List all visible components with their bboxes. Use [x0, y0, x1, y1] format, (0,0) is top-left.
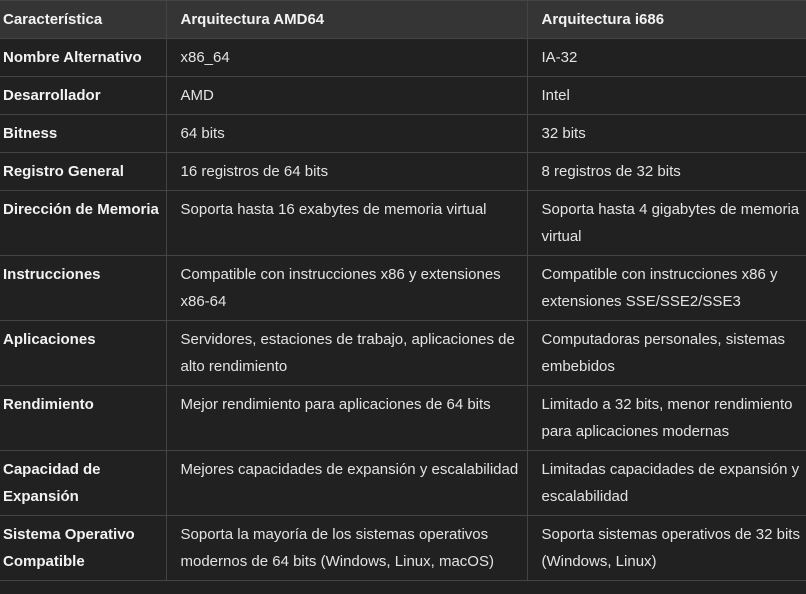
feature-cell: Aplicaciones: [0, 320, 167, 386]
feature-cell: Desarrollador: [0, 76, 167, 115]
table-row: Aplicaciones Servidores, estaciones de t…: [0, 320, 806, 386]
header-amd64: Arquitectura AMD64: [166, 0, 528, 39]
i686-cell: IA-32: [527, 38, 806, 77]
table-row: Capacidad de Expansión Mejores capacidad…: [0, 450, 806, 516]
amd64-cell: Servidores, estaciones de trabajo, aplic…: [166, 320, 528, 386]
i686-cell: 32 bits: [527, 114, 806, 153]
table-row: Rendimiento Mejor rendimiento para aplic…: [0, 385, 806, 451]
table-row: Bitness 64 bits 32 bits: [0, 114, 806, 153]
table-row: Instrucciones Compatible con instruccion…: [0, 255, 806, 321]
amd64-cell: 16 registros de 64 bits: [166, 152, 528, 191]
table-header: Característica Arquitectura AMD64 Arquit…: [0, 0, 806, 39]
table-row: Sistema Operativo Compatible Soporta la …: [0, 515, 806, 581]
i686-cell: Limitado a 32 bits, menor rendimiento pa…: [527, 385, 806, 451]
amd64-cell: Mejores capacidades de expansión y escal…: [166, 450, 528, 516]
amd64-cell: x86_64: [166, 38, 528, 77]
i686-cell: Computadoras personales, sistemas embebi…: [527, 320, 806, 386]
feature-cell: Capacidad de Expansión: [0, 450, 167, 516]
table-row: Dirección de Memoria Soporta hasta 16 ex…: [0, 190, 806, 256]
comparison-table: Característica Arquitectura AMD64 Arquit…: [0, 0, 806, 581]
i686-cell: Intel: [527, 76, 806, 115]
header-i686: Arquitectura i686: [527, 0, 806, 39]
feature-cell: Instrucciones: [0, 255, 167, 321]
amd64-cell: Soporta la mayoría de los sistemas opera…: [166, 515, 528, 581]
header-row: Característica Arquitectura AMD64 Arquit…: [0, 0, 806, 39]
table-row: Desarrollador AMD Intel: [0, 76, 806, 115]
feature-cell: Registro General: [0, 152, 167, 191]
i686-cell: Soporta sistemas operativos de 32 bits (…: [527, 515, 806, 581]
table-row: Registro General 16 registros de 64 bits…: [0, 152, 806, 191]
feature-cell: Rendimiento: [0, 385, 167, 451]
amd64-cell: Compatible con instrucciones x86 y exten…: [166, 255, 528, 321]
i686-cell: Compatible con instrucciones x86 y exten…: [527, 255, 806, 321]
amd64-cell: 64 bits: [166, 114, 528, 153]
amd64-cell: AMD: [166, 76, 528, 115]
header-feature: Característica: [0, 0, 167, 39]
feature-cell: Sistema Operativo Compatible: [0, 515, 167, 581]
i686-cell: Limitadas capacidades de expansión y esc…: [527, 450, 806, 516]
amd64-cell: Soporta hasta 16 exabytes de memoria vir…: [166, 190, 528, 256]
feature-cell: Nombre Alternativo: [0, 38, 167, 77]
feature-cell: Dirección de Memoria: [0, 190, 167, 256]
amd64-cell: Mejor rendimiento para aplicaciones de 6…: [166, 385, 528, 451]
table-body: Nombre Alternativo x86_64 IA-32 Desarrol…: [0, 38, 806, 581]
i686-cell: 8 registros de 32 bits: [527, 152, 806, 191]
feature-cell: Bitness: [0, 114, 167, 153]
table-row: Nombre Alternativo x86_64 IA-32: [0, 38, 806, 77]
i686-cell: Soporta hasta 4 gigabytes de memoria vir…: [527, 190, 806, 256]
